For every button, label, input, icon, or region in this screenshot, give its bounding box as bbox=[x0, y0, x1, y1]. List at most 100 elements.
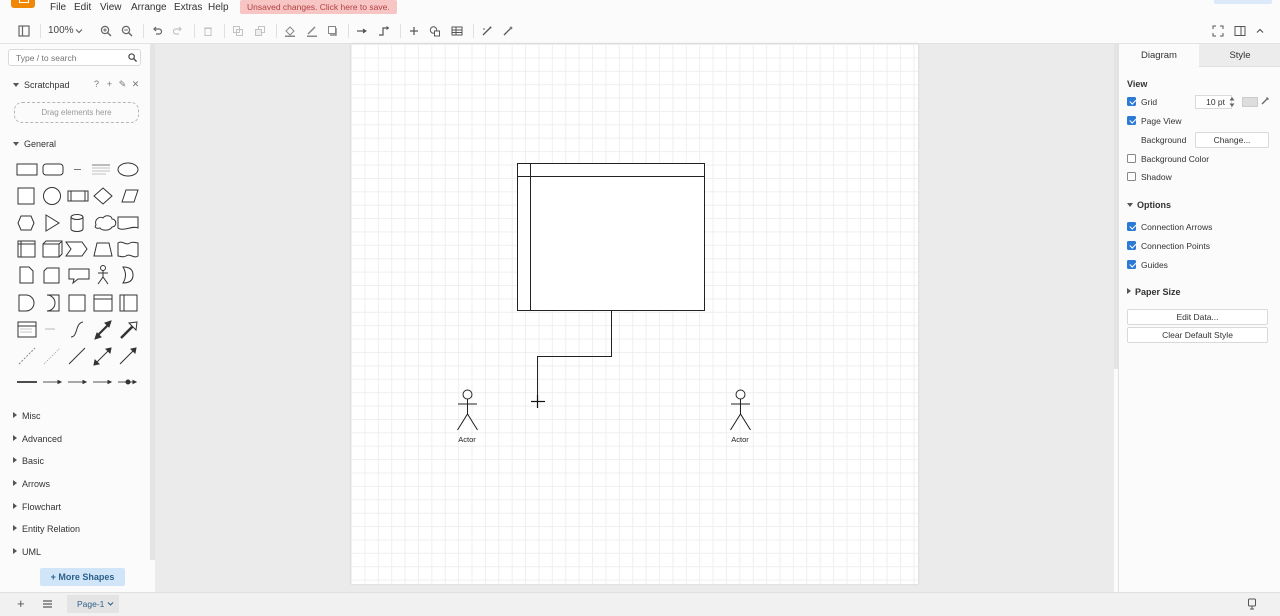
share-button[interactable] bbox=[1214, 0, 1272, 4]
bidirectional-connector-shape[interactable] bbox=[93, 347, 112, 366]
list-shape[interactable] bbox=[17, 321, 37, 338]
zoom-out-icon[interactable] bbox=[121, 23, 135, 39]
link-arrow-shape[interactable] bbox=[43, 379, 63, 385]
dashed-line-shape[interactable] bbox=[18, 347, 36, 365]
data-storage-shape[interactable] bbox=[46, 294, 60, 312]
add-icon[interactable]: + bbox=[103, 79, 116, 89]
parallelogram-shape[interactable] bbox=[121, 189, 139, 203]
line-shape[interactable] bbox=[68, 347, 86, 365]
square-container-shape[interactable] bbox=[68, 294, 86, 312]
more-shapes-button[interactable]: + More Shapes bbox=[40, 568, 125, 586]
document-shape[interactable] bbox=[117, 216, 139, 230]
actor-right-label[interactable]: Actor bbox=[720, 435, 760, 444]
vertical-container-shape[interactable] bbox=[119, 294, 138, 312]
dotted-line-shape[interactable] bbox=[43, 347, 61, 365]
process-shape[interactable] bbox=[67, 190, 89, 202]
zoom-in-icon[interactable] bbox=[100, 23, 114, 39]
shapes-icon[interactable] bbox=[429, 23, 443, 39]
connector-multi-label-shape[interactable] bbox=[118, 379, 138, 385]
page-view-checkbox[interactable] bbox=[1127, 116, 1136, 125]
background-color-checkbox[interactable] bbox=[1127, 154, 1136, 163]
edit-data-button[interactable]: Edit Data... bbox=[1127, 309, 1268, 325]
table-icon[interactable] bbox=[451, 23, 465, 39]
guides-checkbox[interactable] bbox=[1127, 260, 1136, 269]
note-shape[interactable] bbox=[19, 266, 34, 284]
card-shape[interactable] bbox=[43, 267, 60, 284]
connection-points-checkbox[interactable] bbox=[1127, 241, 1136, 250]
sidebar-section-uml[interactable]: UML bbox=[13, 547, 41, 557]
diagram-page[interactable] bbox=[351, 44, 918, 584]
actor-left-label[interactable]: Actor bbox=[447, 435, 487, 444]
connection-arrow-icon[interactable] bbox=[356, 23, 370, 39]
grid-color-swatch[interactable] bbox=[1242, 97, 1258, 107]
undo-icon[interactable] bbox=[151, 23, 165, 39]
arrow-shape[interactable] bbox=[120, 321, 138, 339]
connector-two-labels-shape[interactable] bbox=[93, 379, 113, 385]
color-picker-pencil-icon[interactable] bbox=[1260, 96, 1270, 106]
scratchpad-drop-area[interactable]: Drag elements here bbox=[14, 102, 139, 123]
step-shape[interactable] bbox=[65, 241, 88, 257]
sidebar-section-misc[interactable]: Misc bbox=[13, 411, 41, 421]
grid-size-stepper-icon[interactable] bbox=[1229, 96, 1235, 108]
scratchpad-header[interactable]: Scratchpad bbox=[13, 80, 70, 90]
insert-plus-icon[interactable] bbox=[408, 23, 422, 39]
grid-size-input[interactable]: 10 pt bbox=[1195, 95, 1232, 109]
sidebar-section-advanced[interactable]: Advanced bbox=[13, 434, 62, 444]
shadow-checkbox[interactable] bbox=[1127, 172, 1136, 181]
cube-shape[interactable] bbox=[42, 240, 63, 258]
edit-pencil-icon[interactable]: ✎ bbox=[116, 79, 129, 90]
internal-storage-shape[interactable] bbox=[17, 240, 36, 258]
to-front-icon[interactable] bbox=[232, 23, 246, 39]
zoom-dropdown-chevron-icon[interactable] bbox=[75, 23, 84, 39]
tape-shape[interactable] bbox=[117, 241, 139, 258]
fullscreen-icon[interactable] bbox=[1212, 23, 1226, 39]
ellipse-shape[interactable] bbox=[117, 162, 139, 177]
format-panel-icon[interactable] bbox=[1234, 23, 1248, 39]
delete-icon[interactable] bbox=[202, 23, 216, 39]
textbox-shape[interactable] bbox=[92, 164, 110, 175]
sidebar-section-flowchart[interactable]: Flowchart bbox=[13, 502, 61, 512]
menu-edit[interactable]: Edit bbox=[74, 2, 91, 13]
shape-search-input[interactable] bbox=[8, 49, 141, 66]
paper-size-section-header[interactable]: Paper Size bbox=[1127, 287, 1181, 297]
menu-extras[interactable]: Extras bbox=[174, 2, 202, 13]
menu-arrange[interactable]: Arrange bbox=[131, 2, 167, 13]
sidebar-section-entity-relation[interactable]: Entity Relation bbox=[13, 524, 80, 534]
unsaved-changes-notice[interactable]: Unsaved changes. Click here to save. bbox=[240, 0, 397, 14]
and-shape[interactable] bbox=[18, 294, 35, 312]
menu-file[interactable]: File bbox=[50, 2, 66, 13]
directional-connector-shape[interactable] bbox=[119, 347, 137, 365]
shadow-icon[interactable] bbox=[327, 23, 341, 39]
cloud-shape[interactable] bbox=[94, 215, 117, 231]
cylinder-shape[interactable] bbox=[70, 214, 84, 232]
clear-default-style-button[interactable]: Clear Default Style bbox=[1127, 327, 1268, 343]
grid-checkbox[interactable] bbox=[1127, 97, 1136, 106]
actor-shape[interactable] bbox=[97, 265, 109, 285]
connector-label-shape[interactable] bbox=[68, 379, 88, 385]
rounded-rectangle-shape[interactable] bbox=[42, 163, 64, 176]
rectangle-shape[interactable] bbox=[16, 163, 38, 176]
general-header[interactable]: General bbox=[13, 139, 56, 149]
menu-view[interactable]: View bbox=[100, 2, 122, 13]
square-shape[interactable] bbox=[17, 187, 35, 205]
feedback-icon[interactable] bbox=[1247, 598, 1257, 610]
to-back-icon[interactable] bbox=[254, 23, 268, 39]
close-icon[interactable]: ✕ bbox=[129, 79, 142, 90]
options-section-header[interactable]: Options bbox=[1127, 200, 1171, 210]
or-shape[interactable] bbox=[122, 266, 134, 284]
triangle-shape[interactable] bbox=[45, 214, 60, 232]
add-page-icon[interactable]: + bbox=[17, 597, 25, 611]
help-icon[interactable]: ? bbox=[90, 79, 103, 89]
zoom-level[interactable]: 100% bbox=[48, 23, 74, 39]
connection-arrows-checkbox[interactable] bbox=[1127, 222, 1136, 231]
format-panel-toggle-icon[interactable] bbox=[18, 23, 32, 39]
callout-shape[interactable] bbox=[68, 268, 90, 285]
sidebar-section-basic[interactable]: Basic bbox=[13, 456, 44, 466]
bidirectional-arrow-shape[interactable] bbox=[94, 320, 112, 340]
change-background-button[interactable]: Change... bbox=[1195, 132, 1269, 148]
magic-wand-icon[interactable] bbox=[502, 23, 516, 39]
fill-color-icon[interactable] bbox=[284, 23, 298, 39]
menu-help[interactable]: Help bbox=[208, 2, 229, 13]
circle-shape[interactable] bbox=[43, 187, 61, 205]
collapse-chevron-up-icon[interactable] bbox=[1255, 23, 1267, 39]
